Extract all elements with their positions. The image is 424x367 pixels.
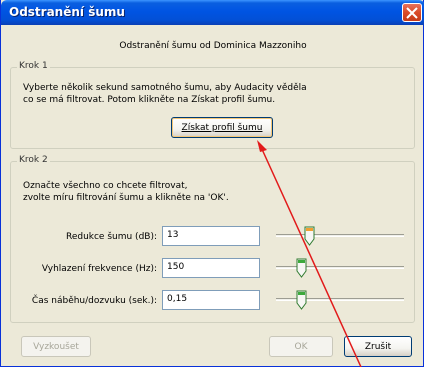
annotation-arrow [257,140,362,367]
noise-removal-dialog: Odstranění šumu Odstranění šumu od Domin… [0,0,424,367]
